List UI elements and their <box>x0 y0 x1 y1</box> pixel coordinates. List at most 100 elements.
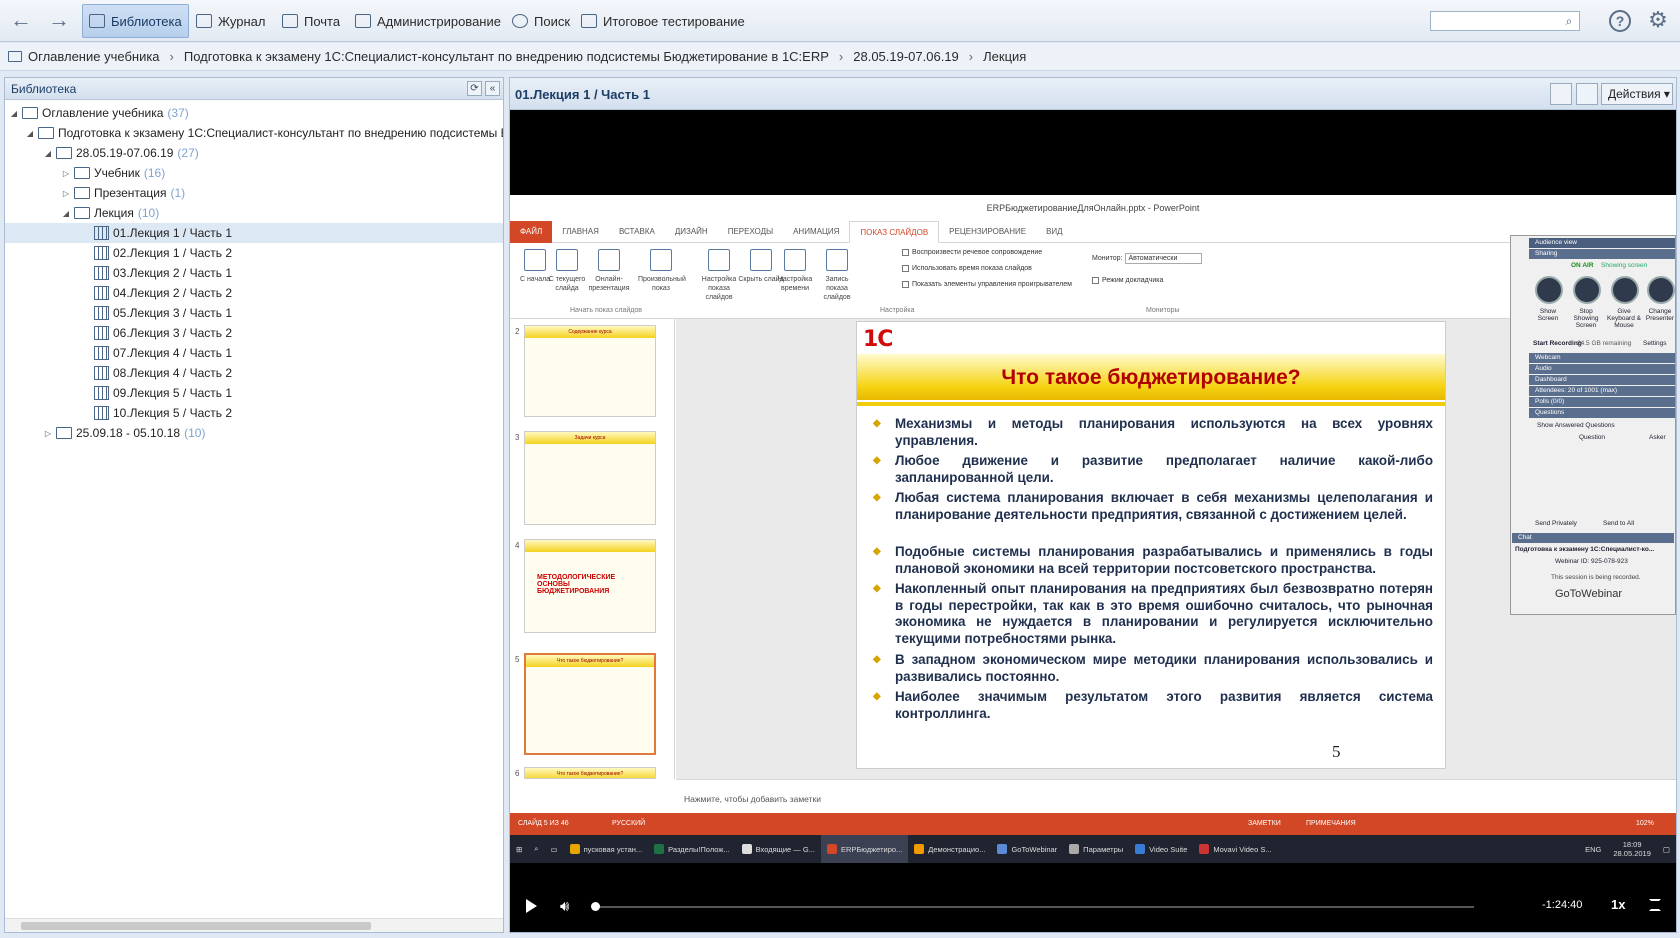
task-label: пусковая устан... <box>583 844 643 854</box>
collapse-panel-icon[interactable]: « <box>485 81 500 96</box>
tree-node-lecture[interactable]: 07.Лекция 4 / Часть 1 <box>5 343 503 363</box>
thumb-band <box>525 540 655 552</box>
tree-node-lecture[interactable]: 08.Лекция 4 / Часть 2 <box>5 363 503 383</box>
playback-speed[interactable]: 1x <box>1611 897 1625 912</box>
link-icon[interactable] <box>1576 83 1598 105</box>
slide-bullet: Механизмы и методы планирования использу… <box>873 416 1433 449</box>
expand-triangle-icon[interactable]: ▷ <box>43 429 53 438</box>
breadcrumb-item[interactable]: Оглавление учебника <box>28 49 160 64</box>
collapse-triangle-icon[interactable]: ◢ <box>25 129 35 138</box>
fullscreen-icon[interactable] <box>1649 899 1661 911</box>
tree-node-label: Оглавление учебника <box>42 106 164 120</box>
tree-node-lecture[interactable]: 10.Лекция 5 / Часть 2 <box>5 403 503 423</box>
slide-bullet: Любая система планирования включает в се… <box>873 490 1433 523</box>
ppt-ribbon: С начала С текущего слайда Онлайн-презен… <box>510 243 1676 319</box>
task-label: Movavi Video S... <box>1213 844 1272 854</box>
slide-thumbnail-selected: Что такое бюджетирование? <box>524 653 656 755</box>
tab-admin[interactable]: Администрирование <box>349 4 507 38</box>
search-input[interactable]: ⌕ <box>1430 11 1580 31</box>
tab-library[interactable]: Библиотека <box>82 4 189 38</box>
tree-node-count: (37) <box>167 106 189 120</box>
thumb-title: Содержание курса <box>525 326 655 338</box>
actions-menu[interactable]: Действия ▾ <box>1601 83 1673 105</box>
thumb-number: 4 <box>515 541 520 550</box>
tree-node-lecture[interactable]: 03.Лекция 2 / Часть 1 <box>5 263 503 283</box>
ppt-tab: АНИМАЦИЯ <box>793 227 840 236</box>
horizontal-scrollbar[interactable] <box>5 918 503 932</box>
tree-node[interactable]: ◢ 28.05.19-07.06.19 (27) <box>5 143 503 163</box>
tree-node[interactable]: ▷ 25.09.18 - 05.10.18 (10) <box>5 423 503 443</box>
video-icon <box>94 406 109 420</box>
refresh-icon[interactable]: ⟳ <box>467 81 482 96</box>
tab-journal[interactable]: Журнал <box>190 4 271 38</box>
slide-bullet: В западном экономическом мире методики п… <box>873 652 1433 685</box>
tab-mail[interactable]: Почта <box>276 4 346 38</box>
ppt-ribbon-button: Настройка времени <box>772 249 818 293</box>
library-tree: ◢ Оглавление учебника (37) ◢ Подготовка к э… <box>5 100 503 932</box>
tree-node-lecture[interactable]: 04.Лекция 2 / Часть 2 <box>5 283 503 303</box>
ppt-ribbon-label: Запись показа слайдов <box>823 276 851 301</box>
tab-search[interactable]: Поиск <box>506 4 576 38</box>
tree-node[interactable]: ◢ Лекция (10) <box>5 203 503 223</box>
tree-node-count: (16) <box>143 166 166 180</box>
tree-node[interactable]: ◢ Оглавление учебника (37) <box>5 103 503 123</box>
breadcrumb: Оглавление учебника › Подготовка к экзам… <box>0 43 1680 71</box>
seek-handle[interactable] <box>590 902 600 911</box>
tree-node[interactable]: ▷ Учебник (16) <box>5 163 503 183</box>
task-clock: 18:09 28.05.2019 <box>1607 835 1657 863</box>
back-arrow-icon[interactable]: ← <box>8 9 34 32</box>
tree-node-lecture[interactable]: 01.Лекция 1 / Часть 1 <box>5 223 503 243</box>
presenter-icon <box>1647 276 1675 304</box>
search-button-icon[interactable]: ⌕ <box>1561 13 1577 29</box>
search-icon: ⌕ <box>534 844 539 853</box>
zoom-level: 102% <box>1636 820 1654 827</box>
help-icon[interactable]: ? <box>1609 10 1631 32</box>
ppt-tab: РЕЦЕНЗИРОВАНИЕ <box>949 227 1027 236</box>
show-answered-label: Show Answered Questions <box>1537 422 1615 429</box>
settings-icon <box>1069 844 1080 854</box>
tree-node-lecture[interactable]: 02.Лекция 1 / Часть 2 <box>5 243 503 263</box>
hide-slide-icon <box>750 249 772 271</box>
seek-bar[interactable] <box>592 906 1474 908</box>
task-item: Входящие — G... <box>736 835 821 863</box>
ppt-ribbon-button: С текущего слайда <box>544 249 590 293</box>
collapse-triangle-icon[interactable]: ◢ <box>61 209 71 218</box>
tree-node[interactable]: ◢ Подготовка к экзамену 1С:Специалист-кон… <box>5 123 503 143</box>
task-time: 18:09 <box>1622 840 1642 849</box>
tree-node-lecture[interactable]: 09.Лекция 5 / Часть 1 <box>5 383 503 403</box>
task-label: Разделы!Полож... <box>668 844 730 854</box>
collapse-triangle-icon[interactable]: ◢ <box>9 109 19 118</box>
tab-final-test[interactable]: Итоговое тестирование <box>575 4 751 38</box>
ppt-window-title: ERPБюджетированиеДляОнлайн.pptx - PowerP… <box>510 195 1676 221</box>
forward-arrow-icon[interactable]: → <box>46 9 72 32</box>
collapse-triangle-icon[interactable]: ◢ <box>43 149 53 158</box>
slide-bullet: Любое движение и развитие предполагает н… <box>873 453 1433 486</box>
gear-icon[interactable]: ⚙ <box>1646 8 1670 32</box>
breadcrumb-item[interactable]: Лекция <box>983 49 1026 64</box>
tree-node-label: 25.09.18 - 05.10.18 <box>76 426 181 440</box>
slideshow-icon <box>556 249 578 271</box>
expand-triangle-icon[interactable]: ▷ <box>61 169 71 178</box>
video-frame-powerpoint: ERPБюджетированиеДляОнлайн.pptx - PowerP… <box>510 195 1676 835</box>
task-item: Параметры <box>1063 835 1129 863</box>
online-icon <box>598 249 620 271</box>
window-icon[interactable] <box>1550 83 1572 105</box>
breadcrumb-item[interactable]: 28.05.19-07.06.19 <box>853 49 959 64</box>
viewer-panel: 01.Лекция 1 / Часть 1 Действия ▾ ERPБюдж… <box>509 77 1677 933</box>
folder-open-icon <box>74 207 90 219</box>
tree-node-label: 02.Лекция 1 / Часть 2 <box>113 246 232 260</box>
settings-label: Settings <box>1643 340 1667 347</box>
tree-node-label: 07.Лекция 4 / Часть 1 <box>113 346 232 360</box>
journal-icon <box>196 14 212 28</box>
breadcrumb-item[interactable]: Подготовка к экзамену 1С:Специалист-конс… <box>184 49 829 64</box>
ppt-ribbon-label: С текущего слайда <box>548 276 586 292</box>
language-status: РУССКИЙ <box>612 820 646 827</box>
tree-node-count: (27) <box>177 146 199 160</box>
expand-triangle-icon[interactable]: ▷ <box>61 189 71 198</box>
volume-icon[interactable]: 🔊︎ <box>560 898 569 915</box>
scrollbar-thumb[interactable] <box>21 922 371 930</box>
play-icon[interactable] <box>526 899 537 913</box>
tree-node-lecture[interactable]: 06.Лекция 3 / Часть 2 <box>5 323 503 343</box>
tree-node-lecture[interactable]: 05.Лекция 3 / Часть 1 <box>5 303 503 323</box>
tree-node[interactable]: ▷ Презентация (1) <box>5 183 503 203</box>
